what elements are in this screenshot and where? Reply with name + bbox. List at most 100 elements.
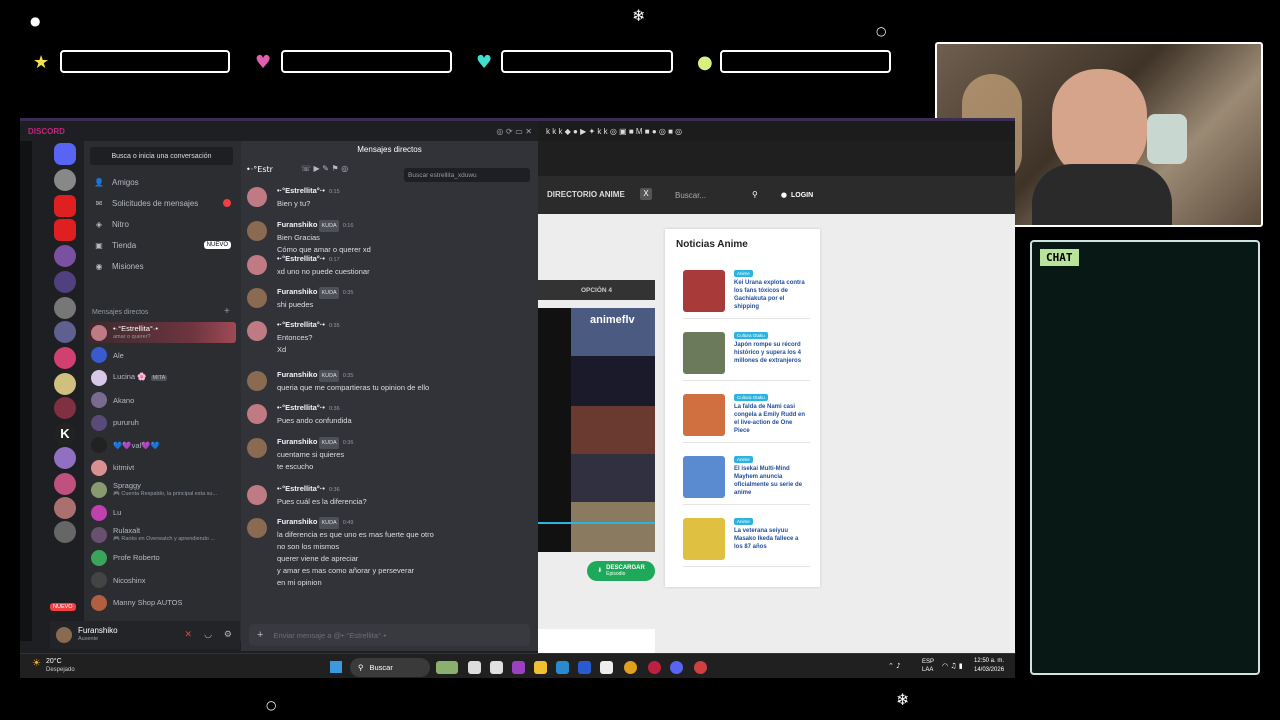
news-category-badge[interactable]: Cultura Otaku xyxy=(734,394,768,401)
message-author[interactable]: •·°Estrellita°·• xyxy=(277,403,325,412)
news-headline[interactable]: Kei Urana explota contra los fans tóxico… xyxy=(734,279,806,311)
app-icon[interactable] xyxy=(512,661,525,674)
call-icons[interactable]: ☏ ▶ ✎ ⚑ ◎ xyxy=(301,164,348,173)
server-icon[interactable] xyxy=(54,497,76,519)
wifi-icon[interactable]: ◠ ♫ ▮ xyxy=(942,662,963,670)
server-icon[interactable] xyxy=(54,219,76,241)
dm-item[interactable]: Lu xyxy=(88,502,236,523)
app-icon[interactable] xyxy=(600,661,613,674)
dm-item[interactable]: Manny Shop AUTOS xyxy=(88,592,236,613)
video-player[interactable]: animeflv xyxy=(538,308,655,552)
site-search-input[interactable]: Buscar... xyxy=(670,186,765,204)
news-thumbnail[interactable] xyxy=(683,394,725,436)
discord-home-icon[interactable] xyxy=(54,143,76,165)
avatar[interactable] xyxy=(247,321,267,341)
message-author[interactable]: Furanshiko xyxy=(277,370,317,379)
news-item[interactable]: Anime El isekai Multi-Mind Mayhem anuncia… xyxy=(683,448,810,505)
dm-item[interactable]: •·°Estrellita°·• amar o querer? xyxy=(88,322,236,343)
news-category-badge[interactable]: Anime xyxy=(734,518,753,525)
dm-item[interactable]: kitmivt xyxy=(88,457,236,478)
attach-icon[interactable]: + xyxy=(257,629,263,641)
avatar[interactable] xyxy=(56,627,72,643)
news-item[interactable]: Anime Kei Urana explota contra los fans t… xyxy=(683,262,810,319)
weather-temp[interactable]: 20°C xyxy=(46,658,62,665)
news-headline[interactable]: La veterana seiyuu Masako Ikeda fallece … xyxy=(734,527,806,551)
server-icon[interactable] xyxy=(54,397,76,419)
directory-link[interactable]: DIRECTORIO ANIME xyxy=(547,190,625,199)
avatar[interactable] xyxy=(247,187,267,207)
dm-item[interactable]: Lucina 🌸 MITA xyxy=(88,367,236,388)
server-icon[interactable] xyxy=(54,447,76,469)
nav-nitro[interactable]: ◈ Nitro xyxy=(90,215,235,233)
nav-quests[interactable]: ◉ Misiones xyxy=(90,257,235,275)
message-author[interactable]: •·°Estrellita°·• xyxy=(277,186,325,195)
nav-message-requests[interactable]: ✉ Solicitudes de mensajes xyxy=(90,194,235,212)
chrome-icon[interactable] xyxy=(624,661,637,674)
dm-item[interactable]: Ale xyxy=(88,345,236,366)
option-tab[interactable]: OPCIÓN 4 xyxy=(538,280,655,300)
avatar[interactable] xyxy=(247,404,267,424)
headphones-icon[interactable]: ◡ xyxy=(204,630,212,640)
message-author[interactable]: •·°Estrellita°·• xyxy=(277,254,325,263)
login-button[interactable]: ● LOGIN xyxy=(774,186,820,204)
message-author[interactable]: Furanshiko xyxy=(277,220,317,229)
news-headline[interactable]: El isekai Multi-Mind Mayhem anuncia ofic… xyxy=(734,465,806,497)
server-icon[interactable] xyxy=(54,473,76,495)
avatar[interactable] xyxy=(247,288,267,308)
news-item[interactable]: Cultura Otaku Japón rompe su récord histó… xyxy=(683,324,810,381)
tray-icons[interactable]: ⌃ ♪ xyxy=(888,662,901,670)
message-author[interactable]: Furanshiko xyxy=(277,517,317,526)
news-headline[interactable]: Japón rompe su récord histórico y supera… xyxy=(734,341,806,365)
news-category-badge[interactable]: Anime xyxy=(734,270,753,277)
store-icon[interactable] xyxy=(490,661,503,674)
search-icon[interactable]: ⚲ xyxy=(752,190,758,199)
conversation-search-button[interactable]: Busca o inicia una conversación xyxy=(90,147,233,165)
word-icon[interactable] xyxy=(578,661,591,674)
nav-shop[interactable]: ▣ Tienda NUEVO xyxy=(90,236,235,254)
download-button[interactable]: ⬇ DESCARGAR Episodio xyxy=(587,561,655,581)
discord-taskbar-icon[interactable] xyxy=(670,661,683,674)
message-author[interactable]: Furanshiko xyxy=(277,287,317,296)
bookmark-icons[interactable]: k k k ◆ ● ▶ ✦ k k ◎ ▣ ■ M ■ ● ◎ ■ ◎ xyxy=(546,127,682,136)
news-category-badge[interactable]: Anime xyxy=(734,456,753,463)
chat-search-input[interactable]: Buscar estrellita_xduwu xyxy=(404,168,530,182)
edge-icon[interactable] xyxy=(556,661,569,674)
dm-item[interactable]: Nicoshinx xyxy=(88,570,236,591)
folder-icon[interactable] xyxy=(534,661,547,674)
clock-time[interactable]: 12:50 a. m. xyxy=(974,658,1004,664)
dm-item[interactable]: Profe Roberto xyxy=(88,547,236,568)
dm-item[interactable]: pururuh xyxy=(88,412,236,433)
dm-item[interactable]: 💙💜val💜💙 xyxy=(88,435,236,456)
news-thumbnail[interactable] xyxy=(683,518,725,560)
app-icon[interactable] xyxy=(694,661,707,674)
news-thumbnail[interactable] xyxy=(683,456,725,498)
message-author[interactable]: •·°Estrellita°·• xyxy=(277,320,325,329)
widget-icon[interactable] xyxy=(436,661,458,674)
message-composer[interactable]: + Enviar mensaje a @•·°Estrellita°·• xyxy=(249,624,530,646)
message-author[interactable]: Furanshiko xyxy=(277,437,317,446)
windows-start-icon[interactable] xyxy=(330,661,342,673)
dm-item[interactable]: Akano xyxy=(88,390,236,411)
obs-icon[interactable] xyxy=(648,661,661,674)
news-headline[interactable]: La falda de Nami casi congela a Emily Ru… xyxy=(734,403,806,435)
server-icon[interactable] xyxy=(54,321,76,343)
server-icon[interactable] xyxy=(54,195,76,217)
task-view-icon[interactable] xyxy=(468,661,481,674)
nav-friends[interactable]: 👤 Amigos xyxy=(90,173,235,191)
dm-item[interactable]: Spraggy 🎮 Cuenta Respaldo, la principal e… xyxy=(88,480,236,501)
video-progress-bar[interactable] xyxy=(538,522,655,524)
mute-icon[interactable]: ✕ xyxy=(185,630,193,640)
add-dm-icon[interactable]: + xyxy=(224,306,230,317)
news-item[interactable]: Cultura Otaku La falda de Nami casi conge… xyxy=(683,386,810,443)
server-icon[interactable] xyxy=(54,297,76,319)
server-icon[interactable]: K xyxy=(54,423,76,445)
server-icon[interactable] xyxy=(54,245,76,267)
gear-icon[interactable]: ⚙ xyxy=(224,630,232,640)
news-category-badge[interactable]: Cultura Otaku xyxy=(734,332,768,339)
avatar[interactable] xyxy=(247,221,267,241)
taskbar-search[interactable]: ⚲ Buscar xyxy=(350,658,430,677)
window-controls[interactable]: ◎ ⟳ ▭ ✕ xyxy=(496,127,532,136)
news-thumbnail[interactable] xyxy=(683,332,725,374)
server-icon[interactable] xyxy=(54,347,76,369)
avatar[interactable] xyxy=(247,255,267,275)
